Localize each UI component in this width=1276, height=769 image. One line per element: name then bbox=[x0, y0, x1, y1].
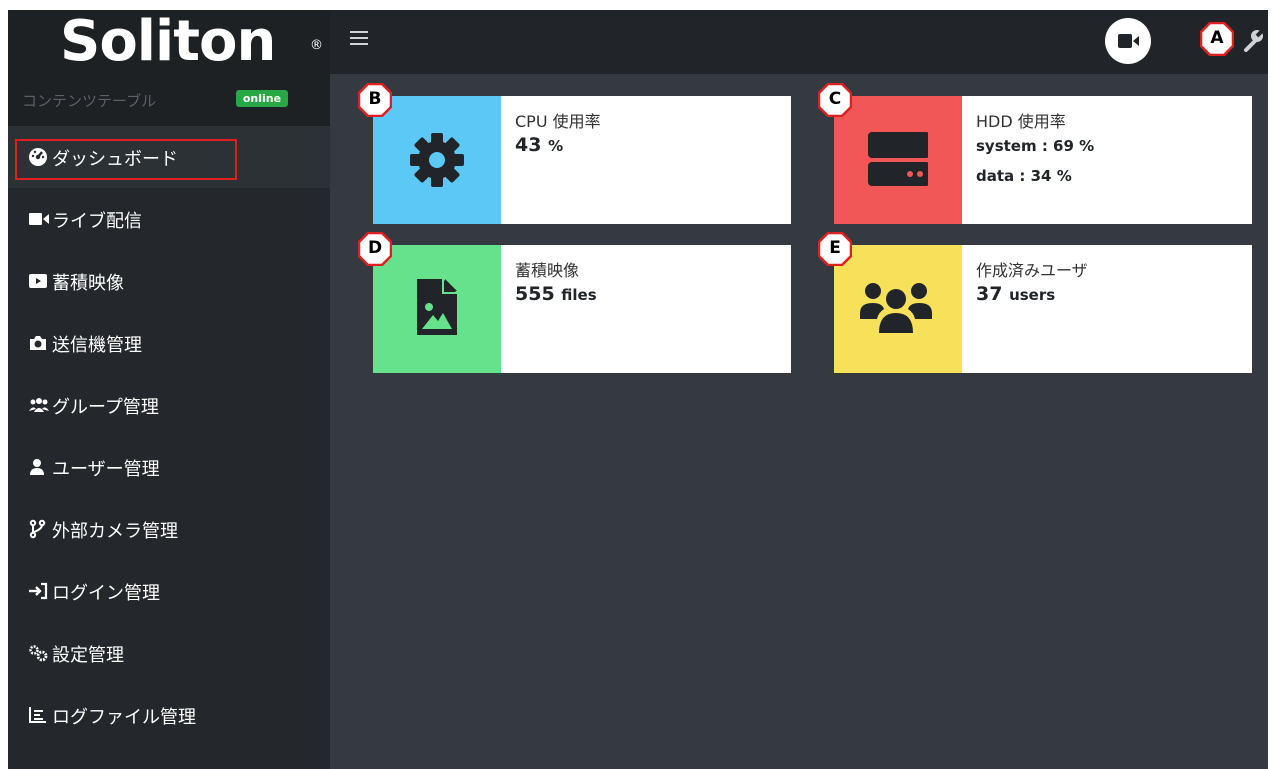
sidebar-item-login[interactable]: ログイン管理 bbox=[8, 560, 330, 622]
soliton-logo: Soliton ® bbox=[60, 10, 323, 74]
sidebar-item-label: 外部カメラ管理 bbox=[52, 521, 178, 542]
hdd-data-line: data : 34 % bbox=[976, 167, 1072, 185]
sidebar-item-live[interactable]: ライブ配信 bbox=[8, 188, 330, 250]
sidebar-item-label: 設定管理 bbox=[52, 645, 124, 666]
video-camera-icon bbox=[28, 209, 50, 229]
sidebar: Soliton ® コンテンツテーブル online ダッシュボード ライブ配信 bbox=[8, 10, 330, 769]
gear-icon bbox=[410, 133, 464, 187]
cpu-value: 43 % bbox=[515, 134, 563, 156]
list-chart-icon bbox=[28, 705, 50, 725]
videos-unit: files bbox=[561, 286, 597, 304]
cpu-card: CPU 使用率 43 % bbox=[373, 96, 791, 224]
hdd-system-line: system : 69 % bbox=[976, 137, 1095, 155]
brand-area[interactable]: Soliton ® bbox=[8, 10, 330, 74]
cpu-tile bbox=[373, 96, 501, 224]
card-title: HDD 使用率 bbox=[976, 112, 1066, 131]
gears-icon bbox=[28, 643, 50, 663]
sidebar-item-label: グループ管理 bbox=[52, 397, 159, 418]
sidebar-item-label: ユーザー管理 bbox=[52, 459, 160, 480]
callout-a: A bbox=[1200, 22, 1234, 56]
sidebar-item-external-camera[interactable]: 外部カメラ管理 bbox=[8, 498, 330, 560]
logo-text: Soliton bbox=[60, 10, 276, 74]
user-icon bbox=[28, 457, 50, 477]
users-group-icon bbox=[28, 395, 50, 415]
hamburger-menu-icon[interactable] bbox=[350, 31, 368, 47]
users-value: 37 users bbox=[976, 283, 1055, 305]
callout-d: D bbox=[358, 232, 392, 266]
users-tile bbox=[834, 245, 962, 373]
image-file-icon bbox=[417, 279, 457, 335]
sidebar-item-group[interactable]: グループ管理 bbox=[8, 374, 330, 436]
users-number: 37 bbox=[976, 283, 1003, 305]
callout-c: C bbox=[818, 83, 852, 117]
callout-b: B bbox=[358, 83, 392, 117]
users-card: 作成済みユーザ 37 users bbox=[834, 245, 1252, 373]
videos-value: 555 files bbox=[515, 283, 597, 305]
video-camera-icon bbox=[1118, 34, 1139, 48]
sidebar-item-transmitter[interactable]: 送信機管理 bbox=[8, 312, 330, 374]
callout-label: C bbox=[828, 89, 842, 109]
video-call-button[interactable] bbox=[1105, 18, 1151, 64]
video-player-icon bbox=[28, 271, 50, 291]
card-title: 蓄積映像 bbox=[515, 261, 580, 280]
users-icon bbox=[860, 283, 932, 333]
sidebar-item-logfile[interactable]: ログファイル管理 bbox=[8, 684, 330, 746]
camera-icon bbox=[28, 333, 50, 353]
sidebar-item-label: ライブ配信 bbox=[52, 211, 142, 232]
content-table-row: コンテンツテーブル online bbox=[8, 74, 330, 126]
registered-mark: ® bbox=[310, 38, 323, 53]
sign-in-icon bbox=[28, 581, 50, 601]
content-table-label: コンテンツテーブル bbox=[22, 92, 157, 110]
sidebar-item-settings[interactable]: 設定管理 bbox=[8, 622, 330, 684]
hard-drive-icon bbox=[868, 132, 928, 186]
hdd-card: HDD 使用率 system : 69 % data : 34 % bbox=[834, 96, 1252, 224]
branch-icon bbox=[28, 519, 50, 539]
sidebar-item-recorded[interactable]: 蓄積映像 bbox=[8, 250, 330, 312]
callout-label: E bbox=[829, 238, 841, 258]
hdd-tile bbox=[834, 96, 962, 224]
videos-tile bbox=[373, 245, 501, 373]
callout-label: D bbox=[367, 238, 383, 258]
topbar bbox=[330, 10, 1268, 74]
sidebar-item-label: ログイン管理 bbox=[52, 583, 160, 604]
card-title: 作成済みユーザ bbox=[976, 261, 1088, 280]
highlight-box bbox=[15, 139, 237, 180]
sidebar-item-user[interactable]: ユーザー管理 bbox=[8, 436, 330, 498]
callout-label: A bbox=[1210, 28, 1224, 48]
videos-number: 555 bbox=[515, 283, 555, 305]
card-title: CPU 使用率 bbox=[515, 112, 601, 131]
app-window: Soliton ® コンテンツテーブル online ダッシュボード ライブ配信 bbox=[8, 10, 1268, 769]
sidebar-item-label: 蓄積映像 bbox=[52, 273, 124, 294]
wrench-icon[interactable] bbox=[1238, 26, 1266, 54]
sidebar-item-label: 送信機管理 bbox=[52, 335, 142, 356]
callout-label: B bbox=[368, 89, 382, 109]
videos-card: 蓄積映像 555 files bbox=[373, 245, 791, 373]
status-badge: online bbox=[236, 90, 288, 107]
cpu-unit: % bbox=[548, 137, 564, 155]
sidebar-item-label: ログファイル管理 bbox=[52, 707, 196, 728]
users-unit: users bbox=[1009, 286, 1056, 304]
cpu-number: 43 bbox=[515, 134, 542, 156]
callout-e: E bbox=[818, 232, 852, 266]
